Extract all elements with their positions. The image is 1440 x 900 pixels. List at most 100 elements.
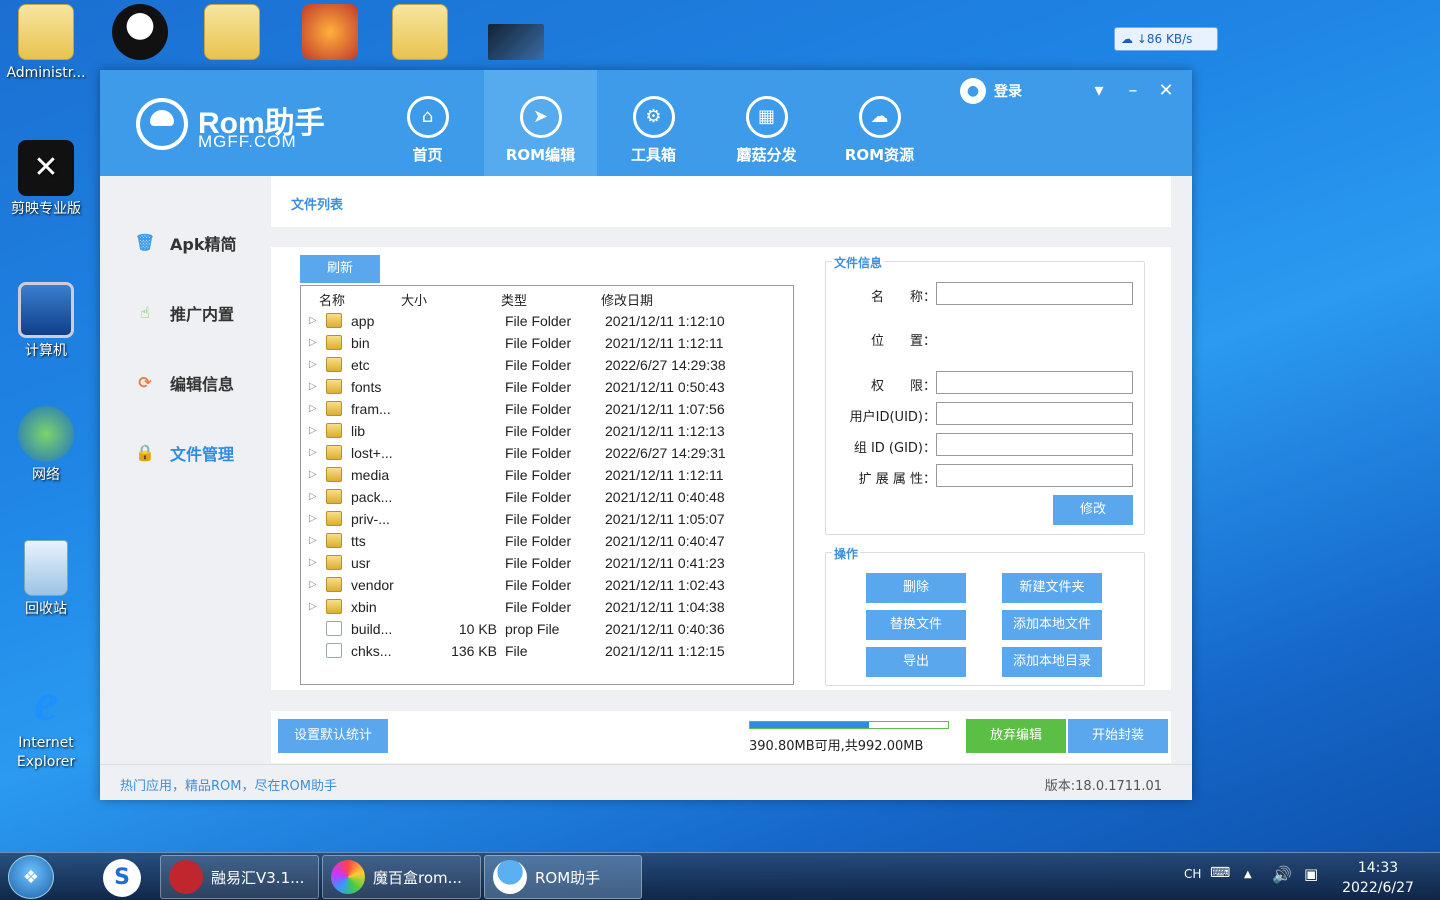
start-button[interactable]: ❖ (8, 855, 54, 899)
expand-arrow-icon[interactable]: ▷ (309, 469, 317, 480)
expand-arrow-icon[interactable]: ▷ (309, 359, 317, 370)
desktop-icon-recycle-bin[interactable]: 回收站 (0, 540, 92, 619)
column-date[interactable]: 修改日期 (601, 290, 653, 309)
desktop-icon-computer[interactable]: 计算机 (0, 282, 92, 361)
user-folder-icon (18, 4, 74, 60)
name-field[interactable] (936, 282, 1133, 305)
taskbar-item-mobaihe[interactable]: 魔百盒rom... (322, 855, 481, 899)
expand-arrow-icon[interactable]: ▷ (309, 337, 317, 348)
sidebar-item-edit-info[interactable]: ⟳ 编辑信息 (134, 368, 294, 398)
column-name[interactable]: 名称 (319, 290, 345, 309)
file-row[interactable]: ▷ fonts File Folder 2021/12/11 0:50:43 (301, 376, 793, 398)
network-tray-icon[interactable]: ▣ (1304, 865, 1318, 883)
start-package-button[interactable]: 开始封装 (1068, 719, 1168, 753)
taskbar-item-rongyihui[interactable]: 融易汇V3.1... (160, 855, 319, 899)
tray-expand-icon[interactable]: ▲ (1244, 869, 1252, 880)
uid-field[interactable] (936, 402, 1133, 425)
expand-arrow-icon[interactable]: ▷ (309, 315, 317, 326)
file-row[interactable]: ▷ lost+... File Folder 2022/6/27 14:29:31 (301, 442, 793, 464)
file-date: 2021/12/11 1:12:15 (605, 643, 725, 659)
file-name: etc (351, 357, 370, 373)
file-row[interactable]: ▷ etc File Folder 2022/6/27 14:29:38 (301, 354, 793, 376)
gid-label: 组 ID (GID)： (853, 441, 936, 456)
file-row[interactable]: build... 10 KB prop File 2021/12/11 0:40:36 (301, 618, 793, 640)
expand-arrow-icon[interactable]: ▷ (309, 513, 317, 524)
sidebar-item-file-manager[interactable]: 🔒 文件管理 (134, 438, 294, 468)
nav-label: ROM编辑 (505, 146, 576, 164)
expand-arrow-icon[interactable]: ▷ (309, 381, 317, 392)
file-row[interactable]: ▷ pack... File Folder 2021/12/11 0:40:48 (301, 486, 793, 508)
volume-icon[interactable]: 🔊 (1272, 865, 1292, 884)
expand-arrow-icon[interactable]: ▷ (309, 425, 317, 436)
nav-mushroom-dist[interactable]: ▦ 蘑菇分发 (710, 70, 823, 176)
file-list[interactable]: 名称 大小 类型 修改日期 ▷ app File Folder 2021/12/11 … (300, 285, 794, 685)
replace-file-button[interactable]: 替换文件 (866, 610, 966, 640)
add-local-dir-button[interactable]: 添加本地目录 (1002, 647, 1102, 677)
nav-rom-edit[interactable]: ➤ ROM编辑 (484, 70, 597, 176)
desktop-icon-label: Internet Explorer (16, 735, 76, 770)
sidebar-item-promo[interactable]: ☝ 推广内置 (134, 298, 294, 328)
file-row[interactable]: ▷ bin File Folder 2021/12/11 1:12:11 (301, 332, 793, 354)
expand-arrow-icon[interactable]: ▷ (309, 403, 317, 414)
file-row[interactable]: ▷ usr File Folder 2021/12/11 0:41:23 (301, 552, 793, 574)
nav-home[interactable]: ⌂ 首页 (371, 70, 484, 176)
app-logo: Rom助手 MGFF.COM (136, 98, 336, 154)
language-indicator[interactable]: CH (1184, 867, 1201, 881)
file-name: media (351, 467, 390, 483)
sogou-icon[interactable]: S (103, 859, 141, 897)
expand-arrow-icon[interactable]: ▷ (309, 447, 317, 458)
file-row[interactable]: ▷ lib File Folder 2021/12/11 1:12:13 (301, 420, 793, 442)
file-date: 2021/12/11 0:40:47 (605, 533, 725, 549)
menu-dropdown-icon[interactable]: ▾ (1087, 80, 1111, 101)
expand-arrow-icon[interactable]: ▷ (309, 601, 317, 612)
refresh-button[interactable]: 刷新 (300, 255, 380, 283)
login-button[interactable]: ● 登录 (960, 78, 1022, 104)
gid-field[interactable] (936, 433, 1133, 456)
file-row[interactable]: ▷ fram... File Folder 2021/12/11 1:07:56 (301, 398, 793, 420)
file-row[interactable]: ▷ vendor File Folder 2021/12/11 1:02:43 (301, 574, 793, 596)
expand-arrow-icon[interactable]: ▷ (309, 557, 317, 568)
desktop-icon-video[interactable] (470, 24, 562, 64)
desktop-icon-administrator[interactable]: Administr... (0, 4, 92, 83)
desktop-icon-folder-2[interactable] (374, 4, 466, 64)
desktop-icon-ie[interactable]: e Internet Explorer (0, 674, 92, 772)
column-size[interactable]: 大小 (401, 290, 427, 309)
login-label: 登录 (994, 84, 1022, 100)
nav-label: 工具箱 (630, 146, 676, 164)
file-row[interactable]: ▷ tts File Folder 2021/12/11 0:40:47 (301, 530, 793, 552)
minimize-icon[interactable]: – (1121, 80, 1145, 101)
file-row[interactable]: ▷ media File Folder 2021/12/11 1:12:11 (301, 464, 793, 486)
nav-rom-resources[interactable]: ☁ ROM资源 (823, 70, 936, 176)
expand-arrow-icon[interactable]: ▷ (309, 491, 317, 502)
file-row[interactable]: ▷ priv-... File Folder 2021/12/11 1:05:07 (301, 508, 793, 530)
modify-button[interactable]: 修改 (1053, 495, 1133, 525)
file-row[interactable]: chks... 136 KB File 2021/12/11 1:12:15 (301, 640, 793, 662)
permission-field[interactable] (936, 371, 1133, 394)
nav-toolbox[interactable]: ⚙ 工具箱 (597, 70, 710, 176)
file-row[interactable]: ▷ xbin File Folder 2021/12/11 1:04:38 (301, 596, 793, 618)
network-speed-widget[interactable]: ☁ ↓86 KB/s (1114, 27, 1218, 51)
desktop-icon-network[interactable]: 网络 (0, 406, 92, 485)
desktop-icon-qq[interactable] (94, 4, 186, 64)
file-date: 2021/12/11 1:04:38 (605, 599, 725, 615)
sidebar-item-apk-slim[interactable]: 🗑 Apk精简 (134, 228, 294, 258)
expand-arrow-icon[interactable]: ▷ (309, 535, 317, 546)
new-folder-button[interactable]: 新建文件夹 (1002, 573, 1102, 603)
desktop-icon-app-flame[interactable] (284, 4, 376, 64)
export-button[interactable]: 导出 (866, 647, 966, 677)
file-row[interactable]: ▷ app File Folder 2021/12/11 1:12:10 (301, 310, 793, 332)
desktop-icon-folder-1[interactable] (186, 4, 278, 64)
close-icon[interactable]: ✕ (1154, 80, 1178, 101)
ext-attr-field[interactable] (936, 464, 1133, 487)
taskbar-item-rom-assistant[interactable]: ROM助手 (484, 855, 642, 899)
delete-button[interactable]: 删除 (866, 573, 966, 603)
desktop-icon-capcut[interactable]: ✕ 剪映专业版 (0, 140, 92, 219)
set-default-stats-button[interactable]: 设置默认统计 (278, 719, 388, 753)
expand-arrow-icon[interactable]: ▷ (309, 579, 317, 590)
discard-edit-button[interactable]: 放弃编辑 (966, 719, 1066, 753)
system-clock[interactable]: 14:33 2022/6/27 (1340, 858, 1416, 898)
column-type[interactable]: 类型 (501, 290, 527, 309)
folder-icon (326, 335, 342, 350)
keyboard-icon[interactable]: ⌨ (1210, 865, 1230, 881)
add-local-file-button[interactable]: 添加本地文件 (1002, 610, 1102, 640)
